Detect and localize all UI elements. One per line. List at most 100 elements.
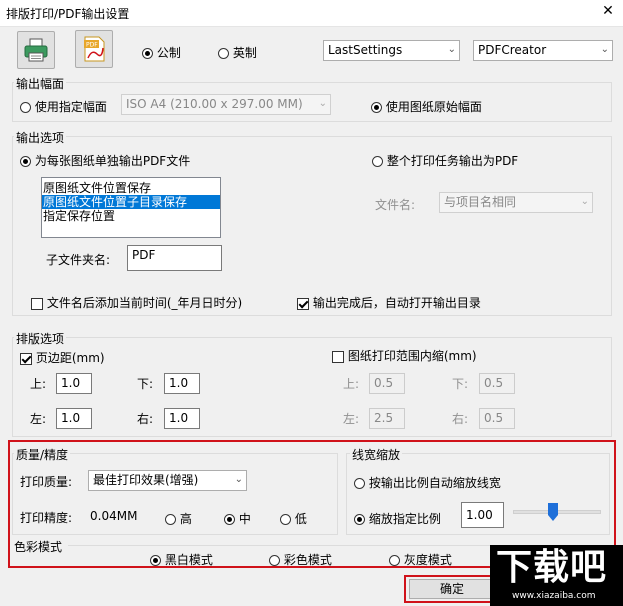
unit-metric-radio[interactable] bbox=[142, 48, 153, 59]
margin-bottom-input[interactable]: 1.0 bbox=[164, 373, 200, 394]
scale-input[interactable]: 1.00 bbox=[461, 502, 504, 528]
watermark-url: www.xiazaiba.com bbox=[512, 591, 596, 601]
pdf-export-button[interactable]: PDF bbox=[75, 30, 113, 68]
shrink-left-label: 左: bbox=[343, 412, 360, 426]
auto-line-width-option[interactable]: 按输出比例自动缩放线宽 bbox=[354, 474, 501, 491]
margin-left-input[interactable]: 1.0 bbox=[56, 408, 92, 429]
inner-shrink-checkbox[interactable] bbox=[332, 350, 344, 363]
precision-high-option[interactable]: 高 bbox=[165, 510, 192, 527]
filename-label: 文件名: bbox=[375, 198, 416, 212]
filename-select-value: 与项目名相同 bbox=[444, 195, 517, 209]
subfolder-label: 子文件夹名: bbox=[46, 253, 111, 267]
list-item[interactable]: 指定保存位置 bbox=[42, 209, 220, 223]
append-time-option[interactable]: 文件名后添加当前时间(_年月日时分) bbox=[31, 294, 242, 311]
precision-high-radio[interactable] bbox=[165, 514, 176, 525]
append-time-checkbox[interactable] bbox=[31, 297, 43, 310]
mono-mode-radio[interactable] bbox=[150, 555, 161, 566]
per-sheet-pdf-radio[interactable] bbox=[20, 156, 31, 167]
precision-label: 打印精度: bbox=[20, 511, 73, 525]
per-sheet-pdf-option[interactable]: 为每张图纸单独输出PDF文件 bbox=[20, 152, 190, 169]
use-original-size-option[interactable]: 使用图纸原始幅面 bbox=[371, 98, 482, 115]
list-item[interactable]: 原图纸文件位置保存 bbox=[42, 181, 220, 195]
close-icon[interactable]: ✕ bbox=[599, 3, 617, 19]
specified-scale-label: 缩放指定比例 bbox=[368, 512, 441, 526]
unit-imperial-label: 英制 bbox=[232, 46, 257, 60]
quality-group-label: 质量/精度 bbox=[14, 446, 71, 463]
window-title: 排版打印/PDF输出设置 bbox=[6, 7, 130, 21]
margin-top-input[interactable]: 1.0 bbox=[56, 373, 92, 394]
gray-mode-option[interactable]: 灰度模式 bbox=[389, 551, 452, 568]
chevron-down-icon: ⌄ bbox=[318, 98, 327, 109]
open-dir-label: 输出完成后，自动打开输出目录 bbox=[312, 296, 481, 310]
page-margin-option[interactable]: 页边距(mm) bbox=[20, 349, 105, 366]
ok-button[interactable]: 确定 bbox=[409, 579, 495, 599]
precision-low-option[interactable]: 低 bbox=[280, 510, 307, 527]
precision-mid-label: 中 bbox=[238, 512, 251, 526]
line-width-group-label: 线宽缩放 bbox=[350, 446, 403, 463]
use-original-size-radio[interactable] bbox=[371, 102, 382, 113]
settings-select[interactable]: LastSettings ⌄ bbox=[323, 40, 460, 61]
shrink-bottom-input[interactable]: 0.5 bbox=[479, 373, 515, 394]
precision-high-label: 高 bbox=[179, 512, 192, 526]
open-dir-option[interactable]: 输出完成后，自动打开输出目录 bbox=[297, 294, 481, 311]
shrink-left-input[interactable]: 2.5 bbox=[369, 408, 405, 429]
subfolder-input[interactable]: PDF bbox=[127, 245, 222, 271]
print-button[interactable] bbox=[17, 31, 55, 69]
mono-mode-option[interactable]: 黑白模式 bbox=[150, 551, 213, 568]
precision-low-label: 低 bbox=[294, 512, 307, 526]
shrink-top-label: 上: bbox=[343, 377, 360, 391]
unit-metric-option[interactable]: 公制 bbox=[142, 44, 181, 61]
gray-mode-label: 灰度模式 bbox=[403, 553, 452, 567]
output-options-group-label: 输出选项 bbox=[14, 129, 67, 146]
gray-mode-radio[interactable] bbox=[389, 555, 400, 566]
margin-right-label: 右: bbox=[137, 412, 154, 426]
slider-thumb-icon bbox=[548, 503, 558, 521]
inner-shrink-label: 图纸打印范围内缩(mm) bbox=[347, 349, 477, 363]
margin-left-label: 左: bbox=[30, 412, 47, 426]
specified-scale-option[interactable]: 缩放指定比例 bbox=[354, 510, 441, 527]
precision-mid-radio[interactable] bbox=[224, 514, 235, 525]
unit-metric-label: 公制 bbox=[156, 46, 181, 60]
output-size-group-label: 输出幅面 bbox=[14, 75, 67, 92]
watermark-logo: 下载吧 www.xiazaiba.com bbox=[490, 545, 623, 606]
use-specified-size-option[interactable]: 使用指定幅面 bbox=[20, 98, 107, 115]
paper-size-select[interactable]: ISO A4 (210.00 x 297.00 MM) ⌄ bbox=[121, 94, 331, 115]
shrink-right-input[interactable]: 0.5 bbox=[479, 408, 515, 429]
unit-imperial-radio[interactable] bbox=[218, 48, 229, 59]
specified-scale-radio[interactable] bbox=[354, 514, 365, 525]
color-mode-option[interactable]: 彩色模式 bbox=[269, 551, 332, 568]
print-quality-select[interactable]: 最佳打印效果(增强) ⌄ bbox=[88, 470, 247, 491]
per-sheet-pdf-label: 为每张图纸单独输出PDF文件 bbox=[34, 154, 191, 168]
auto-line-width-radio[interactable] bbox=[354, 478, 365, 489]
chevron-down-icon: ⌄ bbox=[580, 196, 589, 207]
shrink-right-label: 右: bbox=[452, 412, 469, 426]
color-mode-group-label: 色彩模式 bbox=[14, 540, 63, 554]
margin-right-input[interactable]: 1.0 bbox=[164, 408, 200, 429]
pdf-document-icon: PDF bbox=[84, 36, 105, 62]
whole-job-pdf-option[interactable]: 整个打印任务输出为PDF bbox=[372, 152, 518, 169]
use-specified-size-radio[interactable] bbox=[20, 102, 31, 113]
page-margin-checkbox[interactable] bbox=[20, 352, 32, 365]
shrink-top-input[interactable]: 0.5 bbox=[369, 373, 405, 394]
list-item[interactable]: 原图纸文件位置子目录保存 bbox=[42, 195, 220, 209]
filename-select[interactable]: 与项目名相同 ⌄ bbox=[439, 192, 593, 213]
save-location-list[interactable]: 原图纸文件位置保存 原图纸文件位置子目录保存 指定保存位置 bbox=[41, 177, 221, 238]
whole-job-pdf-radio[interactable] bbox=[372, 156, 383, 167]
printer-select-value: PDFCreator bbox=[478, 43, 547, 57]
shrink-bottom-label: 下: bbox=[452, 377, 469, 391]
precision-low-radio[interactable] bbox=[280, 514, 291, 525]
pdf-badge-text: PDF bbox=[86, 42, 98, 49]
settings-select-value: LastSettings bbox=[328, 43, 403, 57]
inner-shrink-option[interactable]: 图纸打印范围内缩(mm) bbox=[332, 347, 477, 364]
layout-options-group-label: 排版选项 bbox=[14, 330, 67, 347]
use-original-size-label: 使用图纸原始幅面 bbox=[385, 100, 482, 114]
open-dir-checkbox[interactable] bbox=[297, 297, 309, 310]
chevron-down-icon: ⌄ bbox=[447, 44, 456, 55]
mono-mode-label: 黑白模式 bbox=[164, 553, 213, 567]
printer-select[interactable]: PDFCreator ⌄ bbox=[473, 40, 613, 61]
precision-mid-option[interactable]: 中 bbox=[224, 510, 251, 527]
print-quality-label: 打印质量: bbox=[20, 475, 73, 489]
color-mode-radio[interactable] bbox=[269, 555, 280, 566]
unit-imperial-option[interactable]: 英制 bbox=[218, 44, 257, 61]
scale-slider-thumb[interactable] bbox=[548, 503, 558, 521]
